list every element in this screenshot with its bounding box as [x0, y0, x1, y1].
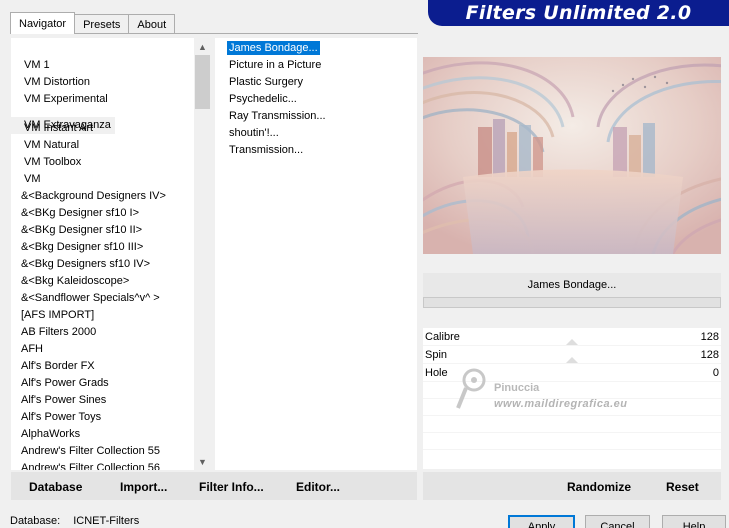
category-items: VM 1 VM Distortion VM Experimental VM Extra… — [11, 57, 194, 470]
param-value: 0 — [712, 367, 719, 379]
category-item[interactable]: AFH — [11, 341, 194, 358]
category-item[interactable]: AB Filters 2000 — [11, 324, 194, 341]
current-filter-name: James Bondage... — [423, 273, 721, 297]
slider-marker-icon — [566, 339, 578, 345]
filter-item[interactable]: Ray Transmission... — [215, 108, 326, 125]
category-item[interactable]: Alf's Border FX — [11, 358, 194, 375]
param-spin[interactable]: Spin 128 — [423, 346, 721, 364]
category-item[interactable]: &<Background Designers IV> — [11, 188, 194, 205]
status-bar: Database: ICNET-Filters — [10, 515, 139, 527]
param-calibre[interactable]: Calibre 128 — [423, 328, 721, 346]
tab-navigator[interactable]: Navigator — [10, 12, 76, 34]
tab-bar: Navigator Presets About — [10, 12, 176, 34]
scroll-thumb[interactable] — [195, 55, 210, 109]
param-value: 128 — [700, 331, 719, 343]
param-empty-row — [423, 399, 721, 416]
filter-item[interactable]: James Bondage... — [215, 40, 326, 57]
filter-item-label: James Bondage... — [227, 41, 320, 55]
progress-bar — [423, 297, 721, 308]
filter-button-bar: Randomize Reset — [423, 472, 721, 500]
param-name: Hole — [425, 367, 448, 379]
tab-about[interactable]: About — [128, 14, 176, 34]
category-item[interactable]: AlphaWorks — [11, 426, 194, 443]
category-item[interactable]: Alf's Power Toys — [11, 409, 194, 426]
category-item[interactable]: &<Sandflower Specials^v^ > — [11, 290, 194, 307]
preview-art — [423, 57, 721, 254]
category-item[interactable]: Alf's Power Grads — [11, 375, 194, 392]
category-item[interactable]: [AFS IMPORT] — [11, 307, 194, 324]
category-item[interactable]: Andrew's Filter Collection 55 — [11, 443, 194, 460]
filter-item[interactable]: Plastic Surgery — [215, 74, 326, 91]
filter-item-label: Picture in a Picture — [229, 59, 322, 71]
filter-items: James Bondage... Picture in a Picture Plas… — [215, 40, 326, 159]
scroll-up-icon[interactable]: ▲ — [194, 38, 211, 55]
scroll-down-icon[interactable]: ▼ — [194, 453, 211, 470]
param-hole[interactable]: Hole 0 — [423, 364, 721, 382]
param-value: 128 — [700, 349, 719, 361]
category-item[interactable]: VM — [11, 171, 194, 188]
navigator-button-bar: Database Import... Filter Info... Editor… — [11, 472, 417, 500]
filter-item-label: Ray Transmission... — [229, 110, 326, 122]
database-value: ICNET-Filters — [73, 515, 140, 527]
slider-marker-icon — [566, 357, 578, 363]
parameter-panel: Calibre 128 Spin 128 Hole 0 — [423, 328, 721, 469]
filter-item[interactable]: Picture in a Picture — [215, 57, 326, 74]
help-button[interactable]: Help — [662, 515, 726, 528]
category-item[interactable]: &<Bkg Kaleidoscope> — [11, 273, 194, 290]
filter-item-label: Psychedelic... — [229, 93, 297, 105]
filter-item-label: shoutin'!... — [229, 127, 279, 139]
filter-list[interactable]: James Bondage... Picture in a Picture Plas… — [215, 38, 417, 470]
category-list[interactable]: VM 1 VM Distortion VM Experimental VM Extra… — [11, 38, 211, 470]
database-button[interactable]: Database — [29, 480, 82, 494]
tab-presets[interactable]: Presets — [74, 14, 130, 34]
title-banner: Filters Unlimited 2.0 — [428, 0, 729, 26]
param-name: Spin — [425, 349, 448, 361]
filter-info-button[interactable]: Filter Info... — [199, 480, 264, 494]
app-title: Filters Unlimited 2.0 — [465, 2, 692, 24]
category-item[interactable]: VM Experimental — [11, 91, 194, 108]
preview-image — [423, 57, 721, 254]
category-item[interactable]: &<Bkg Designers sf10 IV> — [11, 256, 194, 273]
cancel-button[interactable]: Cancel — [585, 515, 650, 528]
filter-item[interactable]: Transmission... — [215, 142, 326, 159]
randomize-button[interactable]: Randomize — [567, 480, 631, 494]
category-scrollbar[interactable]: ▲ ▼ — [194, 38, 211, 470]
category-item[interactable]: &<Bkg Designer sf10 III> — [11, 239, 194, 256]
category-item[interactable]: VM 1 — [11, 57, 194, 74]
reset-button[interactable]: Reset — [666, 480, 699, 494]
param-empty-row — [423, 433, 721, 450]
param-empty-row — [423, 416, 721, 433]
category-item[interactable]: VM Natural — [11, 137, 194, 154]
import-button[interactable]: Import... — [120, 480, 167, 494]
category-item[interactable]: VM Toolbox — [11, 154, 194, 171]
param-name: Calibre — [425, 331, 460, 343]
category-item[interactable]: &<BKg Designer sf10 I> — [11, 205, 194, 222]
editor-button[interactable]: Editor... — [296, 480, 340, 494]
database-label: Database: — [10, 515, 61, 527]
category-item[interactable]: Alf's Power Sines — [11, 392, 194, 409]
filter-item[interactable]: shoutin'!... — [215, 125, 326, 142]
apply-button[interactable]: Apply — [508, 515, 575, 528]
filter-item-label: Transmission... — [229, 144, 304, 156]
filter-item-label: Plastic Surgery — [229, 76, 303, 88]
filter-item[interactable]: Psychedelic... — [215, 91, 326, 108]
category-item[interactable]: &<BKg Designer sf10 II> — [11, 222, 194, 239]
param-empty-row — [423, 382, 721, 399]
category-item[interactable]: Andrew's Filter Collection 56 — [11, 460, 194, 470]
category-item[interactable]: VM Distortion — [11, 74, 194, 91]
